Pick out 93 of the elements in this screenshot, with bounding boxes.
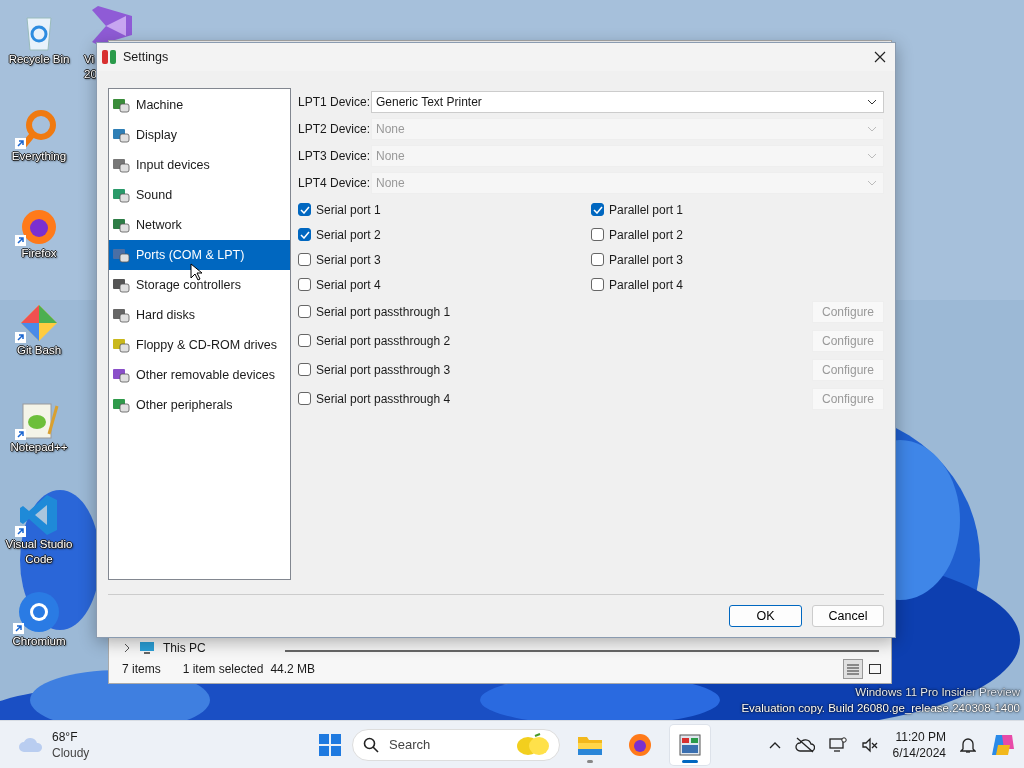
field-label: LPT1 Device: xyxy=(298,94,367,109)
checkbox[interactable] xyxy=(298,253,311,266)
clock-date[interactable]: 6/14/2024 xyxy=(892,744,946,761)
category-item[interactable]: Floppy & CD-ROM drives xyxy=(109,330,290,360)
category-icon xyxy=(112,367,130,383)
scrollbar[interactable] xyxy=(285,650,879,652)
checkbox-label[interactable]: Serial port 4 xyxy=(316,277,381,292)
category-icon xyxy=(112,187,130,203)
checkbox[interactable] xyxy=(298,363,311,376)
checkbox-label[interactable]: Parallel port 3 xyxy=(609,252,684,267)
checkbox-label[interactable]: Serial port 3 xyxy=(316,252,381,267)
temperature[interactable]: 68°F xyxy=(52,728,90,745)
checkbox-label[interactable]: Parallel port 4 xyxy=(609,277,684,292)
tree-item[interactable]: This PC xyxy=(163,641,206,655)
lemon-icon xyxy=(515,732,551,757)
category-icon xyxy=(112,127,130,143)
checkbox-label[interactable]: Serial port 1 xyxy=(316,202,381,217)
category-item[interactable]: Machine xyxy=(109,90,290,120)
chevron-right-icon[interactable] xyxy=(123,643,131,653)
start-icon[interactable] xyxy=(318,732,342,757)
checkbox[interactable] xyxy=(591,203,604,216)
close-icon xyxy=(874,51,886,63)
vscode-icon[interactable] xyxy=(19,493,59,537)
category-item[interactable]: Input devices xyxy=(109,150,290,180)
field-label: LPT3 Device: xyxy=(298,148,367,163)
device-dropdown[interactable]: Generic Text Printer xyxy=(371,90,884,113)
diamond-icon[interactable] xyxy=(19,303,59,343)
virtualbox-icon xyxy=(678,732,702,757)
category-icon xyxy=(112,397,130,413)
item-count: 7 items xyxy=(122,662,161,676)
checkbox[interactable] xyxy=(298,334,311,347)
watermark-text: Windows 11 Pro Insider Preview xyxy=(855,685,1020,700)
category-icon xyxy=(112,217,130,233)
checkbox[interactable] xyxy=(298,305,311,318)
checkbox-label[interactable]: Serial port passthrough 3 xyxy=(316,362,451,377)
category-item[interactable]: Storage controllers xyxy=(109,270,290,300)
search-icon xyxy=(363,736,379,753)
category-icon xyxy=(112,97,130,113)
desktop-icon-label[interactable]: Code xyxy=(25,552,53,567)
volume-muted-icon[interactable] xyxy=(860,736,879,753)
checkbox[interactable] xyxy=(298,203,311,216)
monitor-icon xyxy=(139,641,155,655)
copilot-icon[interactable] xyxy=(990,732,1016,757)
checkbox-label[interactable]: Serial port 2 xyxy=(316,227,381,242)
checkbox-label[interactable]: Serial port passthrough 2 xyxy=(316,333,451,348)
app-logo-icon xyxy=(101,49,117,65)
field-label: LPT4 Device: xyxy=(298,175,367,190)
taskbar-app[interactable] xyxy=(670,724,710,765)
weather-condition[interactable]: Cloudy xyxy=(52,744,90,761)
monitor-icon[interactable] xyxy=(828,736,847,753)
search-field[interactable]: Search xyxy=(387,736,507,753)
checkbox-label[interactable]: Serial port passthrough 1 xyxy=(316,304,451,319)
chevron-down-icon xyxy=(867,152,877,159)
checkbox[interactable] xyxy=(591,278,604,291)
chevron-down-icon xyxy=(867,125,877,132)
list-icon xyxy=(846,663,860,675)
checkbox[interactable] xyxy=(298,228,311,241)
window-icon xyxy=(868,663,882,675)
category-icon xyxy=(112,277,130,293)
category-icon xyxy=(112,247,130,263)
category-item[interactable]: Other peripherals xyxy=(109,390,290,420)
category-icon xyxy=(112,157,130,173)
window-title: Settings xyxy=(123,50,169,64)
bell-icon[interactable] xyxy=(960,735,976,754)
category-item[interactable]: Ports (COM & LPT) xyxy=(109,240,290,270)
category-icon xyxy=(112,337,130,353)
category-item[interactable]: Network xyxy=(109,210,290,240)
checkbox[interactable] xyxy=(298,392,311,405)
checkbox-label[interactable]: Parallel port 2 xyxy=(609,227,684,242)
category-item[interactable]: Hard disks xyxy=(109,300,290,330)
firefox-icon xyxy=(628,732,652,757)
selection-size: 44.2 MB xyxy=(270,662,316,676)
cloud-off-icon[interactable] xyxy=(794,736,815,753)
search-box[interactable]: Search xyxy=(352,728,560,761)
chevron-down-icon xyxy=(867,179,877,186)
clock-time[interactable]: 11:20 PM xyxy=(895,728,946,745)
chromium-icon[interactable] xyxy=(17,590,61,634)
category-icon xyxy=(112,307,130,323)
ok-button[interactable]: OK xyxy=(729,605,802,627)
chevron-down-icon xyxy=(867,98,877,105)
checkbox-label[interactable]: Serial port passthrough 4 xyxy=(316,391,451,406)
field-label: LPT2 Device: xyxy=(298,121,367,136)
selection-info: 1 item selected xyxy=(182,662,264,676)
cancel-button[interactable]: Cancel xyxy=(812,605,884,627)
category-item[interactable]: Other removable devices xyxy=(109,360,290,390)
chevron-up-icon[interactable] xyxy=(768,740,781,749)
checkbox-label[interactable]: Parallel port 1 xyxy=(609,202,684,217)
checkbox[interactable] xyxy=(591,228,604,241)
category-item[interactable]: Display xyxy=(109,120,290,150)
checkbox[interactable] xyxy=(298,278,311,291)
mouse-cursor-icon xyxy=(190,263,202,281)
checkbox[interactable] xyxy=(591,253,604,266)
category-item[interactable]: Sound xyxy=(109,180,290,210)
